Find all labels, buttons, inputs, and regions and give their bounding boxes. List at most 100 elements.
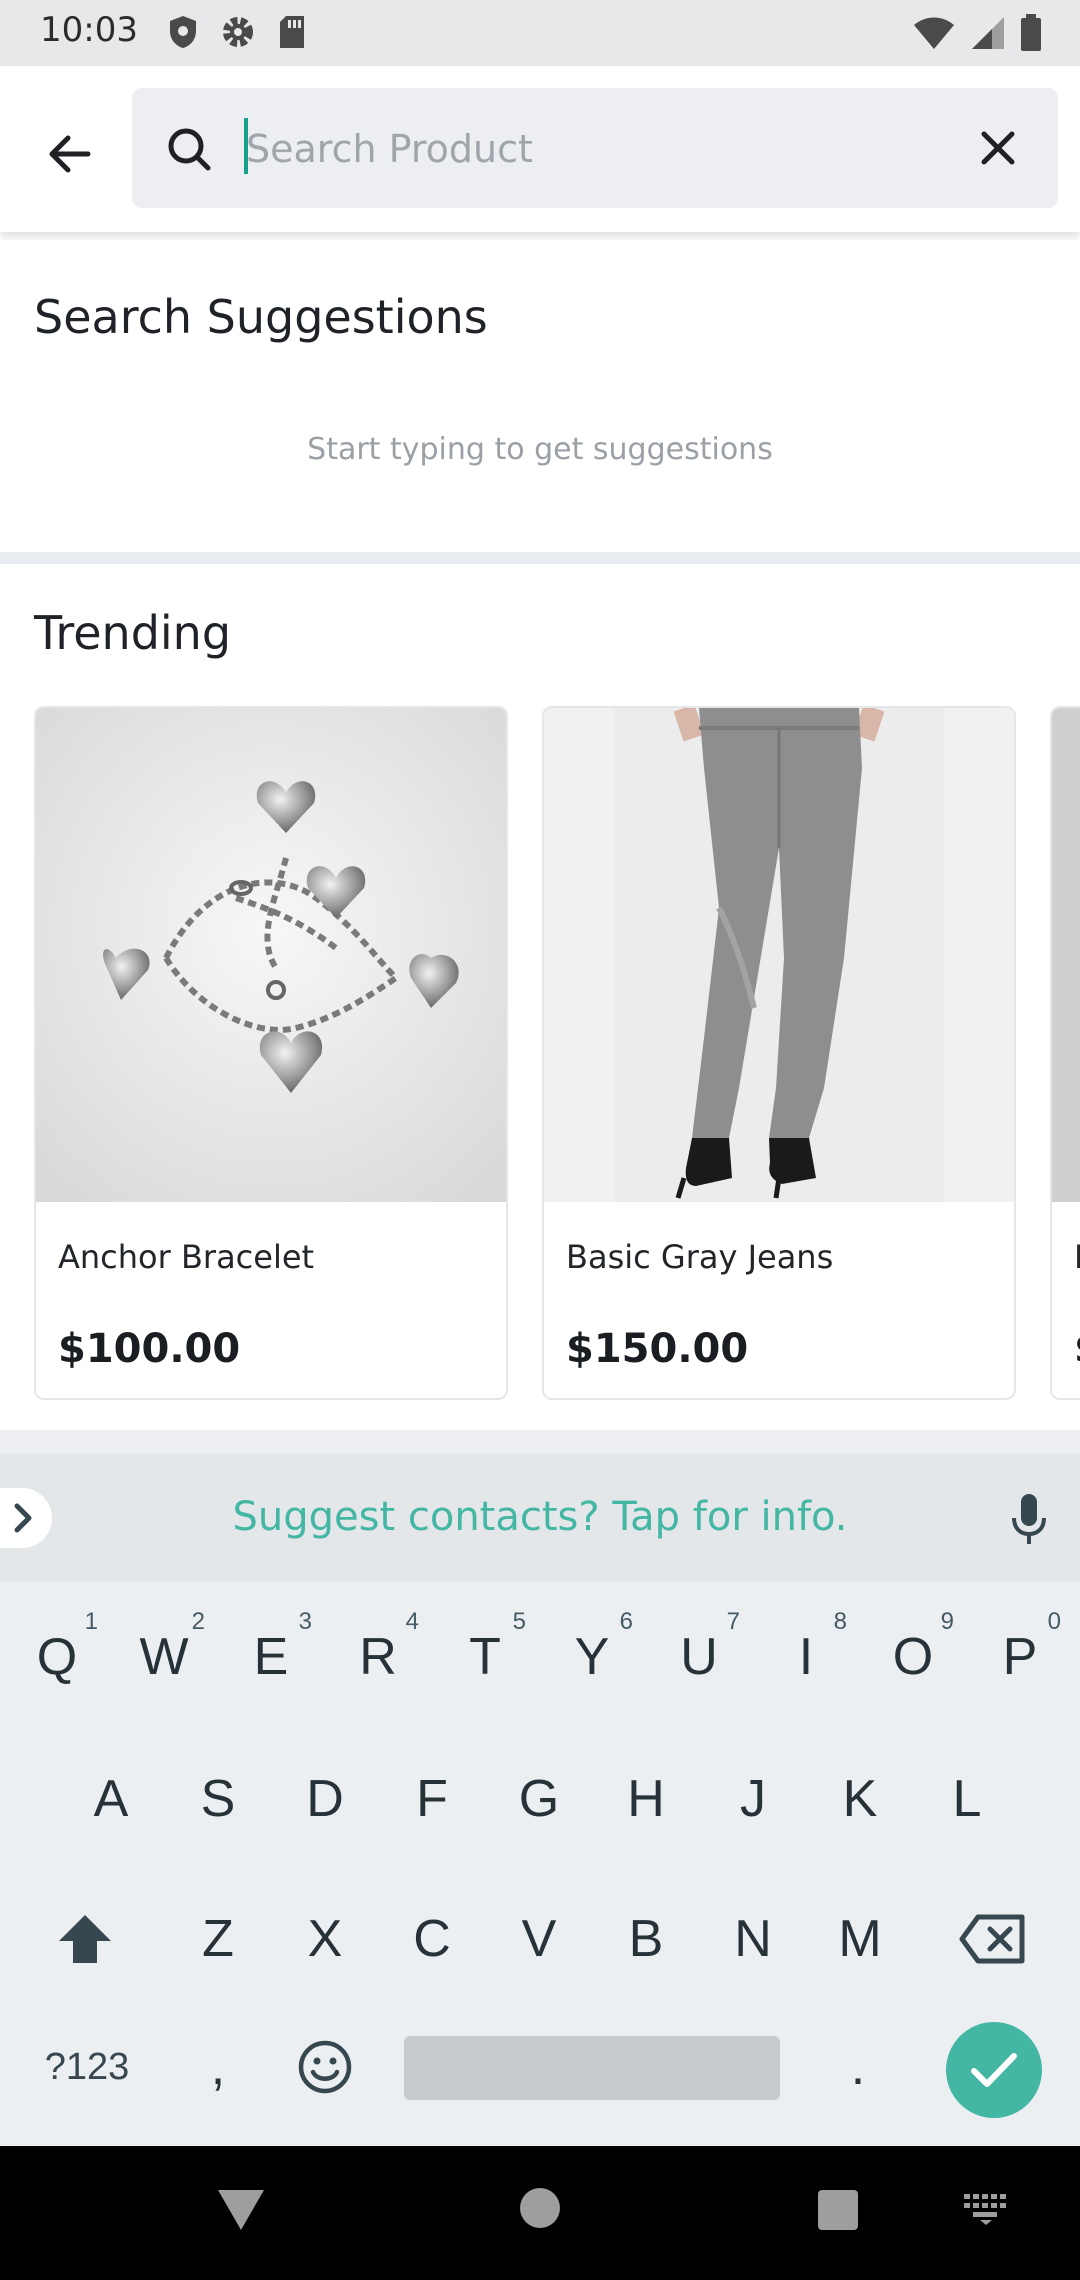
sd-card-icon: [280, 16, 304, 48]
status-time: 10:03: [40, 10, 138, 50]
shift-icon: [59, 1915, 111, 1963]
search-suggestions-section: Search Suggestions Start typing to get s…: [0, 240, 1080, 552]
key-k[interactable]: K: [807, 1734, 913, 1864]
key-n[interactable]: N: [700, 1874, 806, 2004]
key-h[interactable]: H: [593, 1734, 699, 1864]
key-o[interactable]: O9: [860, 1592, 966, 1722]
backspace-key[interactable]: [940, 1874, 1046, 2004]
shift-key[interactable]: [32, 1874, 138, 2004]
key-label: I: [798, 1628, 814, 1686]
key-label: Y: [574, 1628, 610, 1686]
emoji-icon: [298, 2040, 352, 2094]
key-t[interactable]: T5: [432, 1592, 538, 1722]
product-price: $: [1074, 1326, 1080, 1372]
key-c[interactable]: C: [379, 1874, 485, 2004]
key-z[interactable]: Z: [165, 1874, 271, 2004]
key-q[interactable]: Q1: [4, 1592, 110, 1722]
key-p[interactable]: P0: [967, 1592, 1073, 1722]
key-w[interactable]: W2: [111, 1592, 217, 1722]
key-b[interactable]: B: [593, 1874, 699, 2004]
product-price: $100.00: [58, 1326, 241, 1372]
keyboard-row-2: A S D F G H J K L: [0, 1734, 1080, 1864]
space-bar[interactable]: [404, 2036, 780, 2100]
product-image-bracelet: [36, 708, 506, 1202]
key-i[interactable]: I8: [753, 1592, 859, 1722]
product-name: Anchor Bracelet: [58, 1238, 315, 1276]
status-bar: 10:03: [0, 0, 1080, 66]
key-d[interactable]: D: [272, 1734, 378, 1864]
key-label: Q: [36, 1628, 78, 1686]
key-l[interactable]: L: [914, 1734, 1020, 1864]
key-u[interactable]: U7: [646, 1592, 752, 1722]
key-r[interactable]: R4: [325, 1592, 431, 1722]
key-label: P: [1002, 1628, 1038, 1686]
keyboard-row-1: Q1 W2 E3 R4 T5 Y6 U7 I8 O9 P0: [0, 1592, 1080, 1722]
product-card[interactable]: B $: [1050, 706, 1080, 1400]
checkmark-icon: [971, 2053, 1017, 2087]
product-card[interactable]: Anchor Bracelet $100.00: [34, 706, 508, 1400]
section-divider: [0, 1430, 1080, 1454]
text-cursor: [244, 118, 248, 174]
product-image-jeans: [544, 708, 1014, 1202]
symbols-key[interactable]: ?123: [32, 2002, 142, 2132]
nav-recents-icon[interactable]: [818, 2190, 858, 2230]
soft-keyboard: Suggest contacts? Tap for info. Q1 W2 E3…: [0, 1454, 1080, 2146]
product-price: $150.00: [566, 1326, 749, 1372]
status-icons-right: [912, 14, 1042, 52]
key-hint: 9: [940, 1608, 954, 1635]
key-hint: 4: [405, 1608, 419, 1635]
key-x[interactable]: X: [272, 1874, 378, 2004]
key-hint: 8: [833, 1608, 847, 1635]
key-e[interactable]: E3: [218, 1592, 324, 1722]
key-label: W: [139, 1628, 189, 1686]
suggest-contacts-text[interactable]: Suggest contacts? Tap for info.: [0, 1494, 1080, 1540]
product-card[interactable]: Basic Gray Jeans $150.00: [542, 706, 1016, 1400]
keyboard-suggestion-strip[interactable]: Suggest contacts? Tap for info.: [0, 1454, 1080, 1582]
search-suggestions-title: Search Suggestions: [34, 290, 488, 344]
key-hint: 5: [512, 1608, 526, 1635]
enter-key[interactable]: [946, 2022, 1042, 2118]
shield-icon: [170, 16, 196, 48]
keyboard-switch-icon[interactable]: [962, 2192, 1010, 2226]
key-m[interactable]: M: [807, 1874, 913, 2004]
key-f[interactable]: F: [379, 1734, 485, 1864]
key-label: O: [892, 1628, 934, 1686]
search-input[interactable]: [244, 112, 968, 186]
search-toolbar: [0, 66, 1080, 232]
key-label: T: [469, 1628, 501, 1686]
key-label: U: [680, 1628, 718, 1686]
trending-carousel[interactable]: Anchor Bracelet $100.00 Basic Gray Jeans…: [34, 706, 1080, 1400]
battery-icon: [1021, 14, 1041, 51]
comma-key[interactable]: ,: [168, 2002, 268, 2132]
nav-back-icon[interactable]: [216, 2188, 266, 2232]
backspace-icon: [959, 1914, 1025, 1964]
key-hint: 7: [726, 1608, 740, 1635]
status-icons-left: [168, 14, 306, 50]
product-name: B: [1074, 1238, 1080, 1276]
key-s[interactable]: S: [165, 1734, 271, 1864]
system-nav-bar: [0, 2146, 1080, 2280]
back-button[interactable]: [40, 124, 100, 184]
wifi-icon: [914, 17, 954, 49]
suggestions-hint: Start typing to get suggestions: [307, 432, 773, 467]
cellular-signal-icon: [972, 17, 1004, 49]
nav-home-icon[interactable]: [520, 2188, 560, 2228]
close-icon[interactable]: [978, 128, 1018, 168]
emoji-key[interactable]: [272, 2002, 378, 2132]
section-divider: [0, 552, 1080, 564]
search-box[interactable]: [132, 88, 1058, 208]
key-hint: 2: [191, 1608, 205, 1635]
key-g[interactable]: G: [486, 1734, 592, 1864]
key-hint: 1: [84, 1608, 98, 1635]
period-key[interactable]: .: [808, 2002, 908, 2132]
search-icon: [168, 128, 211, 171]
microphone-icon[interactable]: [1012, 1494, 1046, 1546]
trending-title: Trending: [34, 606, 232, 660]
key-y[interactable]: Y6: [539, 1592, 645, 1722]
key-label: E: [253, 1628, 289, 1686]
key-v[interactable]: V: [486, 1874, 592, 2004]
product-name: Basic Gray Jeans: [566, 1238, 834, 1276]
key-j[interactable]: J: [700, 1734, 806, 1864]
trending-section: Trending Anchor Bracelet $100.00 Basic G…: [0, 564, 1080, 1430]
key-a[interactable]: A: [58, 1734, 164, 1864]
